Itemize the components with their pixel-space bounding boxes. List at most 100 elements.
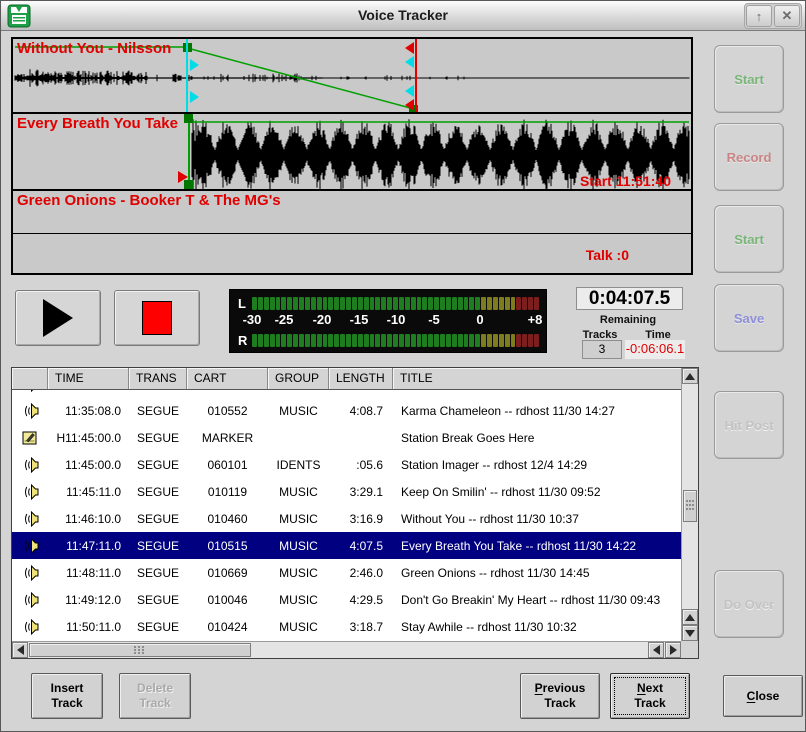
vu-left-label: L [238, 297, 252, 310]
shade-button[interactable]: ↑ [746, 5, 772, 27]
playlist-row[interactable]: H11:45:00.0 SEGUE MARKER Station Break G… [12, 424, 681, 451]
start-1-button[interactable]: Start [714, 45, 784, 113]
speaker-icon [21, 403, 39, 419]
playlist-row[interactable]: 11:35:08.0 SEGUE 010552 MUSIC 4:08.7 Kar… [12, 397, 681, 424]
arrow-down-icon [685, 630, 695, 637]
horizontal-scrollbar[interactable] [12, 641, 681, 658]
row-time: 11:46:10.0 [48, 512, 129, 526]
row-length: 2:46.0 [329, 566, 393, 580]
playlist-row[interactable]: 11:48:11.0 SEGUE 010669 MUSIC 2:46.0 Gre… [12, 559, 681, 586]
col-cart[interactable]: CART [187, 368, 268, 389]
scroll-up-button[interactable] [682, 368, 698, 384]
insert-track-button[interactable]: InsertTrack [31, 673, 103, 719]
playlist-row[interactable] [12, 390, 681, 397]
col-length[interactable]: LENGTH [329, 368, 393, 389]
play-button[interactable] [15, 290, 101, 346]
horizontal-scroll-thumb[interactable] [29, 643, 251, 657]
vu-tick-label: -25 [275, 312, 294, 327]
playlist-row[interactable]: 11:45:00.0 SEGUE 060101 IDENTS :05.6 Sta… [12, 451, 681, 478]
row-title: Station Break Goes Here [393, 431, 681, 445]
waveform-pane-2[interactable]: Every Breath You Take Start 11:51:40 [13, 114, 691, 191]
row-trans: SEGUE [129, 431, 187, 445]
playlist-row[interactable]: 11:46:10.0 SEGUE 010460 MUSIC 3:16.9 Wit… [12, 505, 681, 532]
row-group: MUSIC [268, 566, 329, 580]
scroll-up-button-2[interactable] [682, 609, 698, 625]
segue-marker-left-2 [405, 85, 414, 97]
tracks-remaining-value: 3 [582, 340, 622, 359]
col-time[interactable]: TIME [48, 368, 129, 389]
row-group: MUSIC [268, 512, 329, 526]
segue-marker-right-1 [190, 59, 199, 71]
fade-down-line [191, 49, 414, 109]
col-title[interactable]: TITLE [393, 368, 681, 389]
voice-tracker-window: Voice Tracker ↑ ✕ Without [0, 0, 806, 732]
row-time: 11:45:11.0 [48, 485, 129, 499]
vu-right-segments [252, 334, 540, 347]
row-cart: 010046 [187, 593, 268, 607]
row-type-icon [12, 390, 48, 392]
row-time: 11:45:00.0 [48, 458, 129, 472]
waveform-pane-1[interactable]: Without You - Nilsson [13, 39, 691, 114]
scroll-right-button[interactable] [665, 642, 681, 658]
row-trans: SEGUE [129, 512, 187, 526]
row-cart: 010119 [187, 485, 268, 499]
col-group[interactable]: GROUP [268, 368, 329, 389]
vertical-scroll-thumb[interactable] [683, 490, 697, 522]
speaker-icon [21, 565, 39, 581]
row-time: H11:45:00.0 [48, 431, 129, 445]
arrow-right-icon [670, 645, 677, 655]
delete-track-button[interactable]: DeleteTrack [119, 673, 191, 719]
start-handle-top [184, 114, 193, 123]
row-group: MUSIC [268, 593, 329, 607]
previous-track-button[interactable]: PreviousTrack [520, 673, 600, 719]
row-cart: MARKER [187, 431, 268, 445]
remaining-label: Remaining [571, 314, 685, 326]
segue-start-line [186, 39, 188, 114]
record-button[interactable]: Record [714, 123, 784, 191]
row-cart: 010669 [187, 566, 268, 580]
playlist-row[interactable]: 11:45:11.0 SEGUE 010119 MUSIC 3:29.1 Kee… [12, 478, 681, 505]
hit-post-button[interactable]: Hit Post [714, 391, 784, 459]
speaker-icon [21, 457, 39, 473]
speaker-icon [21, 484, 39, 500]
vertical-scrollbar[interactable] [681, 368, 698, 641]
vu-tick-label: -30 [243, 312, 262, 327]
speaker-icon [21, 592, 39, 608]
vu-tick-label: +8 [528, 312, 543, 327]
scroll-down-button[interactable] [682, 625, 698, 641]
playlist-row[interactable]: 11:47:11.0 SEGUE 010515 MUSIC 4:07.5 Eve… [12, 532, 681, 559]
row-group: IDENTS [268, 458, 329, 472]
track-2-start-time: Start 11:51:40 [580, 173, 671, 189]
row-type-icon [12, 538, 48, 554]
close-button[interactable]: Close [723, 675, 803, 717]
row-type-icon [12, 430, 48, 446]
row-group: MUSIC [268, 620, 329, 634]
row-trans: SEGUE [129, 620, 187, 634]
scroll-left-button-2[interactable] [648, 642, 664, 658]
close-window-button[interactable]: ✕ [774, 5, 800, 27]
row-group: MUSIC [268, 404, 329, 418]
row-title: Stay Awhile -- rdhost 11/30 10:32 [393, 620, 681, 634]
next-track-button[interactable]: NextTrack [610, 673, 690, 719]
col-trans[interactable]: TRANS [129, 368, 187, 389]
save-button[interactable]: Save [714, 284, 784, 352]
thumb-grip [134, 646, 146, 654]
row-time: 11:49:12.0 [48, 593, 129, 607]
track-start-line [188, 114, 190, 191]
row-cart: 010515 [187, 539, 268, 553]
window-controls: ↑ ✕ [744, 3, 802, 29]
speaker-icon [21, 538, 39, 554]
row-cart: 010552 [187, 404, 268, 418]
playlist-row[interactable]: 11:50:11.0 SEGUE 010424 MUSIC 3:18.7 Sta… [12, 613, 681, 640]
scroll-left-button[interactable] [12, 642, 28, 658]
waveform-pane-3[interactable]: Green Onions - Booker T & The MG's Talk … [13, 191, 691, 269]
col-icon[interactable] [12, 368, 48, 389]
playlist-row[interactable]: 11:49:12.0 SEGUE 010046 MUSIC 4:29.5 Don… [12, 586, 681, 613]
start-2-button[interactable]: Start [714, 205, 784, 273]
titlebar[interactable]: Voice Tracker ↑ ✕ [1, 1, 805, 31]
stop-button[interactable] [114, 290, 200, 346]
row-title: Green Onions -- rdhost 11/30 14:45 [393, 566, 681, 580]
zero-line [13, 233, 691, 234]
do-over-button[interactable]: Do Over [714, 570, 784, 638]
time-remaining-value: -0:06:06.1 [625, 340, 685, 359]
